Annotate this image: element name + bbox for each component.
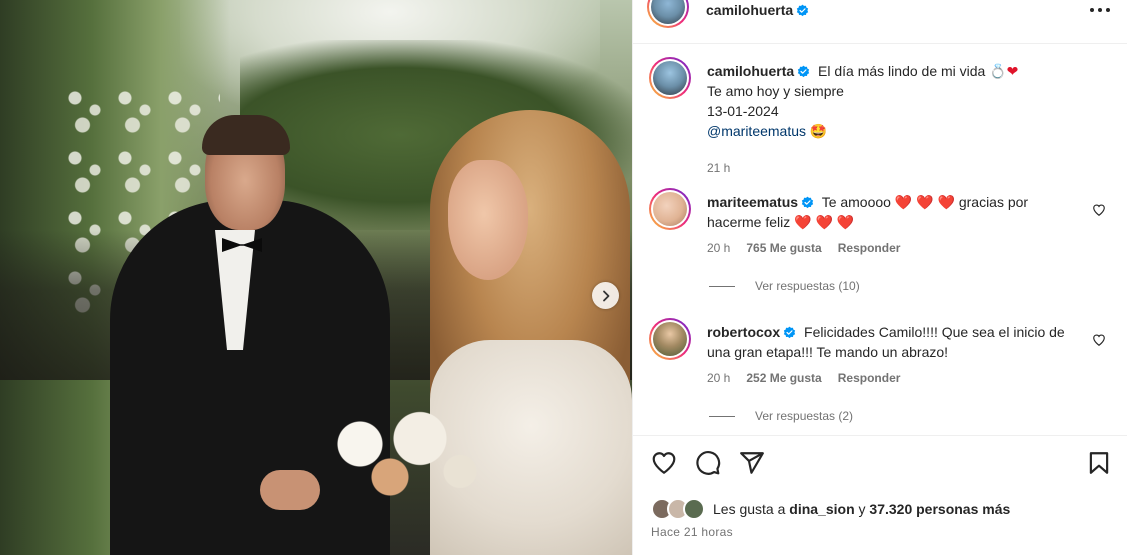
comment-author-text[interactable]: mariteematus: [707, 194, 798, 210]
verified-badge-icon: [801, 196, 814, 209]
heart-emoji: ❤️ ❤️ ❤️: [890, 194, 959, 210]
comment-text: Te amoooo: [821, 194, 891, 210]
likes-prefix: Les gusta a: [713, 501, 786, 517]
comment-text: Felicidades Camilo!!!! Que sea el inicio…: [804, 324, 1065, 340]
commenter-avatar[interactable]: [649, 188, 691, 230]
verified-badge-icon: [796, 4, 809, 17]
caption-author-text[interactable]: camilohuerta: [707, 63, 794, 79]
author-username[interactable]: camilohuerta: [706, 2, 809, 18]
share-icon[interactable]: [739, 450, 765, 476]
post-sidebar: camilohuerta camilohuerta El día más lin…: [632, 0, 1127, 555]
liker-avatar: [683, 498, 705, 520]
comment-author[interactable]: mariteematus: [707, 194, 814, 210]
reply-button[interactable]: Responder: [838, 241, 901, 255]
caption-line-2: Te amo hoy y siempre: [707, 83, 844, 99]
caption-time[interactable]: 21 h: [707, 161, 730, 175]
comment-icon[interactable]: [695, 450, 721, 476]
comment-likes[interactable]: 252 Me gusta: [746, 371, 821, 385]
comment-text: gracias por: [958, 194, 1029, 210]
comment-author-text[interactable]: robertocox: [707, 324, 780, 340]
post-actions: Les gusta a dina_sion y 37.320 personas …: [633, 435, 1127, 555]
comment-time[interactable]: 20 h: [707, 241, 730, 255]
view-replies-button[interactable]: Ver respuestas (10): [709, 279, 860, 293]
likes-others[interactable]: 37.320 personas más: [869, 501, 1010, 517]
comment-text: una gran etapa!!! Te mando un abrazo!: [707, 344, 949, 360]
bouquet: [300, 400, 500, 510]
heart-emoji: ❤️ ❤️ ❤️: [790, 214, 855, 230]
heart-emoji: ❤: [1006, 63, 1019, 79]
comment-text: hacerme feliz: [707, 214, 791, 230]
caption-date: 13-01-2024: [707, 103, 779, 119]
post-photo: [0, 0, 632, 555]
starstruck-emoji: 🤩: [809, 123, 828, 139]
comments-list[interactable]: camilohuerta El día más lindo de mi vida…: [633, 45, 1127, 435]
reply-button[interactable]: Responder: [838, 371, 901, 385]
post-timestamp[interactable]: Hace 21 horas: [651, 525, 733, 539]
likes-conj: y: [858, 501, 866, 517]
comment-likes[interactable]: 765 Me gusta: [746, 241, 821, 255]
verified-badge-icon: [797, 65, 810, 78]
more-horizontal-icon: [1090, 8, 1110, 12]
caption-line-1: El día más lindo de mi vida 💍: [818, 63, 1007, 79]
comment-time[interactable]: 20 h: [707, 371, 730, 385]
heart-icon[interactable]: [651, 450, 677, 476]
likers-avatars: [651, 498, 705, 520]
commenter-avatar[interactable]: [649, 318, 691, 360]
comment-author[interactable]: robertocox: [707, 324, 796, 340]
verified-badge-icon: [783, 326, 796, 339]
more-options-button[interactable]: [1088, 0, 1112, 22]
bookmark-icon[interactable]: [1086, 450, 1112, 476]
caption-author[interactable]: camilohuerta: [707, 63, 810, 79]
view-replies-label[interactable]: Ver respuestas (10): [755, 279, 860, 293]
post-header: camilohuerta: [633, 0, 1127, 44]
like-comment-icon[interactable]: [1092, 203, 1106, 217]
next-photo-button[interactable]: [592, 282, 619, 309]
like-comment-icon[interactable]: [1092, 333, 1106, 347]
liker-username[interactable]: dina_sion: [789, 501, 854, 517]
view-replies-button[interactable]: Ver respuestas (2): [709, 409, 853, 423]
likes-summary[interactable]: Les gusta a dina_sion y 37.320 personas …: [651, 498, 1010, 520]
view-replies-label[interactable]: Ver respuestas (2): [755, 409, 853, 423]
author-username-text[interactable]: camilohuerta: [706, 2, 793, 18]
author-avatar[interactable]: [649, 57, 691, 99]
chevron-right-icon: [602, 290, 609, 301]
author-avatar[interactable]: [647, 0, 689, 28]
caption-mention[interactable]: @mariteematus: [707, 123, 806, 139]
